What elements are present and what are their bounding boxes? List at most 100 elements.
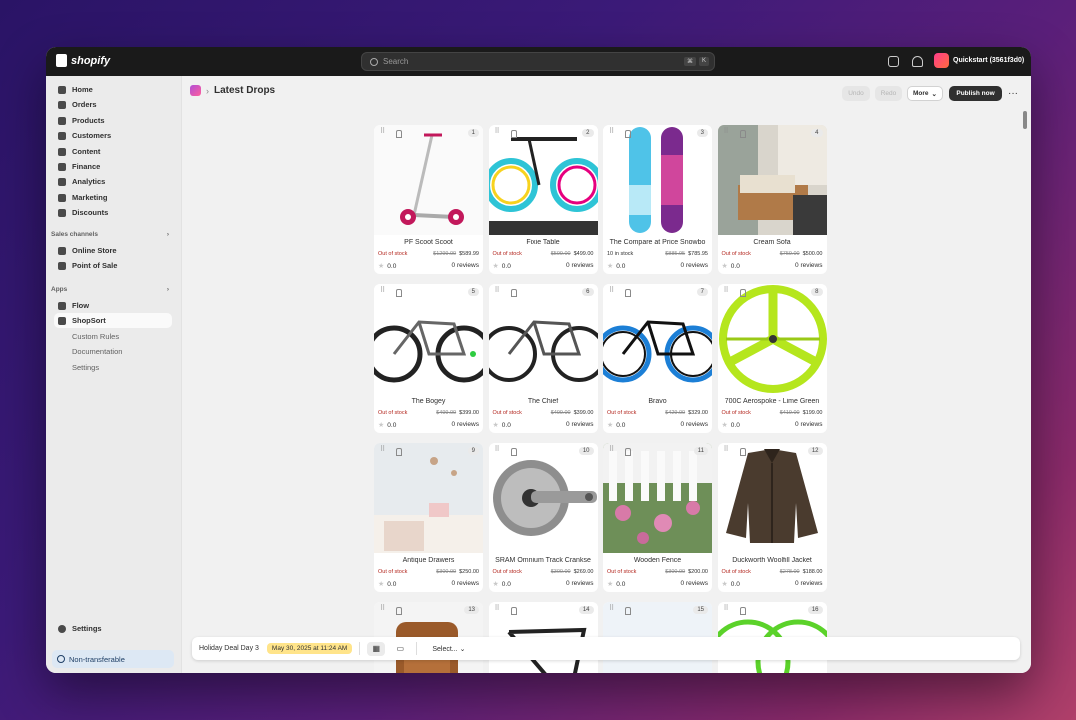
pin-icon[interactable] — [739, 289, 746, 297]
product-card[interactable]: ⠿ 2 Fixie Table Out of stock $599.00 $499.00 ★… — [488, 125, 598, 274]
position-badge: 3 — [696, 129, 708, 137]
shopify-logo[interactable]: shopify — [56, 54, 110, 67]
pin-icon[interactable] — [510, 607, 517, 615]
sidekick-icon[interactable] — [888, 56, 899, 67]
product-card[interactable]: ⠿ 3 The Compare at Price Snowbo 10 in stock… — [603, 125, 712, 274]
content-icon — [58, 147, 66, 156]
product-card[interactable]: ⠿ 6 The Chief Out of stock $499.00 $399.00 ★ 0.… — [488, 284, 598, 433]
drag-handle-icon[interactable]: ⠿ — [609, 446, 616, 457]
product-card[interactable]: ⠿ 10 SRAM Omnium Track Crankse Out of stock… — [488, 443, 598, 592]
review-count: 0 reviews — [566, 421, 594, 428]
schedule-date-badge[interactable]: May 30, 2025 at 11:24 AM — [266, 643, 353, 654]
sidebar-item-point-of-sale[interactable]: Point of Sale — [54, 258, 172, 273]
drag-handle-icon[interactable]: ⠿ — [609, 128, 616, 139]
undo-button[interactable]: Undo — [842, 86, 870, 101]
product-image — [374, 443, 483, 553]
sale-price: $188.00 — [802, 569, 823, 575]
store-menu[interactable]: Quickstart (3561f3d0) — [934, 53, 1024, 68]
drag-handle-icon[interactable]: ⠿ — [380, 287, 387, 298]
sidebar-item-finance[interactable]: Finance — [54, 159, 172, 174]
sidebar-item-online-store[interactable]: Online Store — [54, 243, 172, 258]
sidebar-item-documentation[interactable]: Documentation — [54, 344, 172, 359]
bell-icon[interactable] — [912, 56, 923, 67]
pin-icon[interactable] — [625, 289, 631, 297]
drag-handle-icon[interactable]: ⠿ — [495, 605, 502, 616]
home-icon — [58, 85, 66, 94]
scrollbar[interactable] — [1023, 111, 1027, 129]
search-input[interactable]: Search ⌘ K — [361, 52, 715, 71]
pin-icon[interactable] — [739, 448, 746, 456]
product-card[interactable]: ⠿ 1 PF Scoot Scoot Out of stock $1299.00 $589… — [374, 125, 483, 274]
sidebar-item-customers[interactable]: Customers — [54, 128, 172, 143]
grid-view-icon[interactable]: ▦ — [367, 641, 386, 656]
banner-label: Non-transferable — [69, 654, 125, 664]
sidebar-item-content[interactable]: Content — [54, 144, 172, 159]
more-actions-icon[interactable]: ··· — [1006, 86, 1020, 101]
sidebar-item-analytics[interactable]: Analytics — [54, 174, 172, 189]
sidebar-item-orders[interactable]: Orders — [54, 97, 172, 112]
pin-icon[interactable] — [625, 130, 631, 138]
pin-icon[interactable] — [396, 607, 402, 615]
pin-icon[interactable] — [739, 607, 746, 615]
sales-channels-heading[interactable]: Sales channels › — [51, 231, 169, 238]
drag-handle-icon[interactable]: ⠿ — [724, 128, 731, 139]
stock-status: Out of stock — [378, 251, 408, 257]
sidebar-item-custom-rules[interactable]: Custom Rules — [54, 329, 172, 344]
non-transferable-banner[interactable]: Non-transferable — [52, 650, 174, 668]
product-card[interactable]: ⠿ 7 Bravo Out of stock $429.00 $329.00 ★ 0.0 0 r… — [603, 284, 712, 433]
drag-handle-icon[interactable]: ⠿ — [724, 446, 731, 457]
sidebar-item-label: Marketing — [72, 193, 108, 202]
app-window: shopify Search ⌘ K Quickstart (3561f3d0)… — [46, 47, 1031, 673]
more-button[interactable]: More ⌄ — [907, 86, 943, 101]
drag-handle-icon[interactable]: ⠿ — [380, 446, 387, 457]
redo-button[interactable]: Redo — [875, 86, 902, 101]
price: $759.00 $500.00 — [780, 251, 823, 257]
select-dropdown[interactable]: Select... ⌄ — [432, 645, 465, 653]
pin-icon[interactable] — [510, 289, 517, 297]
product-card[interactable]: ⠿ 8 700C Aerospoke - Lime Green Out of stoc… — [717, 284, 827, 433]
product-card[interactable]: ⠿ 12 Duckworth Woolfill Jacket Out of stock… — [717, 443, 827, 592]
product-card[interactable]: ⠿ 5 The Bogey Out of stock $499.00 $399.00 ★ 0.… — [374, 284, 483, 433]
product-card[interactable]: ⠿ 9 Antique Drawers Out of stock $300.00 $250… — [374, 443, 483, 592]
review-count: 0 reviews — [566, 262, 594, 269]
sidebar-item-marketing[interactable]: Marketing — [54, 190, 172, 205]
pin-icon[interactable] — [396, 448, 402, 456]
product-title: SRAM Omnium Track Crankse — [495, 557, 591, 564]
sidebar-item-settings[interactable]: Settings — [54, 621, 172, 636]
sidebar-item-products[interactable]: Products — [54, 113, 172, 128]
product-title: Fixie Table — [526, 239, 560, 246]
product-image — [488, 443, 598, 553]
pin-icon[interactable] — [396, 130, 402, 138]
sidebar-item-home[interactable]: Home — [54, 82, 172, 97]
sidebar-item-discounts[interactable]: Discounts — [54, 205, 172, 220]
sidebar: Home Orders Products Customers Content F… — [46, 76, 181, 673]
pin-icon[interactable] — [510, 448, 517, 456]
publish-now-button[interactable]: Publish now — [949, 86, 1002, 101]
pin-icon[interactable] — [625, 607, 631, 615]
drag-handle-icon[interactable]: ⠿ — [380, 128, 387, 139]
drag-handle-icon[interactable]: ⠿ — [609, 287, 616, 298]
position-badge: 8 — [811, 288, 823, 296]
discount-icon — [58, 208, 66, 217]
review-count: 0 reviews — [680, 580, 708, 587]
flow-icon — [58, 301, 66, 310]
pin-icon[interactable] — [739, 130, 746, 138]
apps-heading[interactable]: Apps › — [51, 286, 169, 293]
drag-handle-icon[interactable]: ⠿ — [495, 128, 502, 139]
drag-handle-icon[interactable]: ⠿ — [724, 605, 731, 616]
drag-handle-icon[interactable]: ⠿ — [495, 287, 502, 298]
product-card[interactable]: ⠿ 4 Cream Sofa Out of stock $759.00 $500.00 ★ 0… — [717, 125, 827, 274]
rating-value: 0.0 — [616, 580, 626, 588]
pin-icon[interactable] — [625, 448, 631, 456]
product-card[interactable]: ⠿ 11 Wooden Fence Out of stock $300.00 $200.0… — [603, 443, 712, 592]
drag-handle-icon[interactable]: ⠿ — [724, 287, 731, 298]
drag-handle-icon[interactable]: ⠿ — [495, 446, 502, 457]
sidebar-item-flow[interactable]: Flow — [54, 298, 172, 313]
calendar-icon[interactable]: ▭ — [391, 642, 409, 656]
drag-handle-icon[interactable]: ⠿ — [380, 605, 387, 616]
drag-handle-icon[interactable]: ⠿ — [609, 605, 616, 616]
sidebar-item-shopsort[interactable]: ShopSort — [54, 313, 172, 328]
sidebar-item-app-settings[interactable]: Settings — [54, 360, 172, 375]
pin-icon[interactable] — [510, 130, 517, 138]
pin-icon[interactable] — [396, 289, 402, 297]
